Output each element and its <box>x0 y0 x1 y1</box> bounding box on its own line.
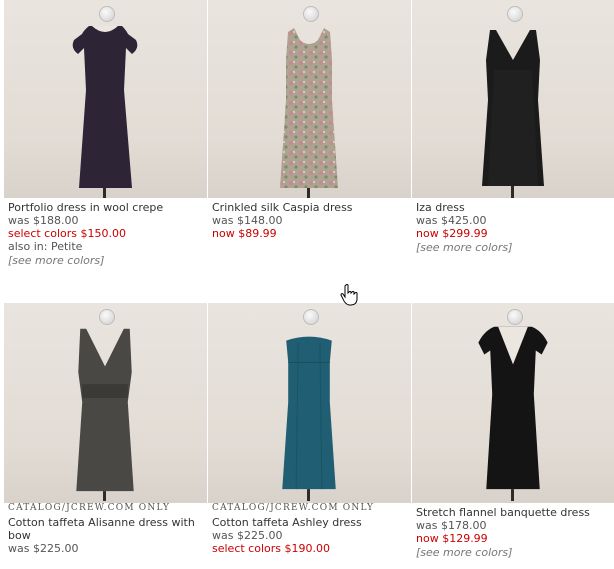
product-card: Stretch flannel banquette dress was $178… <box>412 303 614 560</box>
catalog-only-label: CATALOG/JCREW.COM ONLY <box>212 503 375 513</box>
sale-price: select colors $190.00 <box>212 542 330 555</box>
product-image[interactable] <box>4 303 207 503</box>
see-more-colors-link[interactable]: [see more colors] <box>416 240 614 255</box>
product-name[interactable]: Iza dress <box>416 201 614 214</box>
product-card: Portfolio dress in wool crepe was $188.0… <box>4 0 207 268</box>
product-image[interactable] <box>208 303 411 503</box>
product-name[interactable]: Portfolio dress in wool crepe <box>8 201 207 214</box>
sale-price: now $89.99 <box>212 227 277 240</box>
dress-image <box>280 28 338 198</box>
product-image[interactable] <box>412 0 614 198</box>
see-more-colors-link[interactable]: [see more colors] <box>8 253 207 268</box>
dress-image <box>282 336 336 501</box>
product-card: Crinkled silk Caspia dress was $148.00 n… <box>208 0 411 240</box>
sale-price: now $129.99 <box>416 532 488 545</box>
dress-image <box>72 26 138 198</box>
see-more-colors-link[interactable]: [see more colors] <box>416 545 614 560</box>
was-price: was $225.00 <box>212 529 283 542</box>
dress-image <box>76 328 134 501</box>
dress-image <box>478 326 548 501</box>
product-card: CATALOG/JCREW.COM ONLY Cotton taffeta As… <box>208 303 411 555</box>
product-image[interactable] <box>412 303 614 503</box>
also-in-label: also in: Petite <box>8 240 83 253</box>
sale-price: now $299.99 <box>416 227 488 240</box>
was-price: was $148.00 <box>212 214 283 227</box>
dress-image <box>482 30 544 198</box>
hand-pointer-icon <box>340 284 358 306</box>
product-name[interactable]: Cotton taffeta Alisanne dress with bow <box>8 516 207 542</box>
was-price: was $188.00 <box>8 214 79 227</box>
product-card: Iza dress was $425.00 now $299.99 [see m… <box>412 0 614 255</box>
product-image[interactable] <box>208 0 411 198</box>
product-card: CATALOG/JCREW.COM ONLY Cotton taffeta Al… <box>4 303 207 555</box>
product-image[interactable] <box>4 0 207 198</box>
was-price: was $178.00 <box>416 519 487 532</box>
was-price: was $425.00 <box>416 214 487 227</box>
product-name[interactable]: Stretch flannel banquette dress <box>416 506 614 519</box>
sale-price: select colors $150.00 <box>8 227 126 240</box>
was-price: was $225.00 <box>8 542 79 555</box>
product-name[interactable]: Crinkled silk Caspia dress <box>212 201 411 214</box>
product-name[interactable]: Cotton taffeta Ashley dress <box>212 516 411 529</box>
catalog-only-label: CATALOG/JCREW.COM ONLY <box>8 503 171 513</box>
